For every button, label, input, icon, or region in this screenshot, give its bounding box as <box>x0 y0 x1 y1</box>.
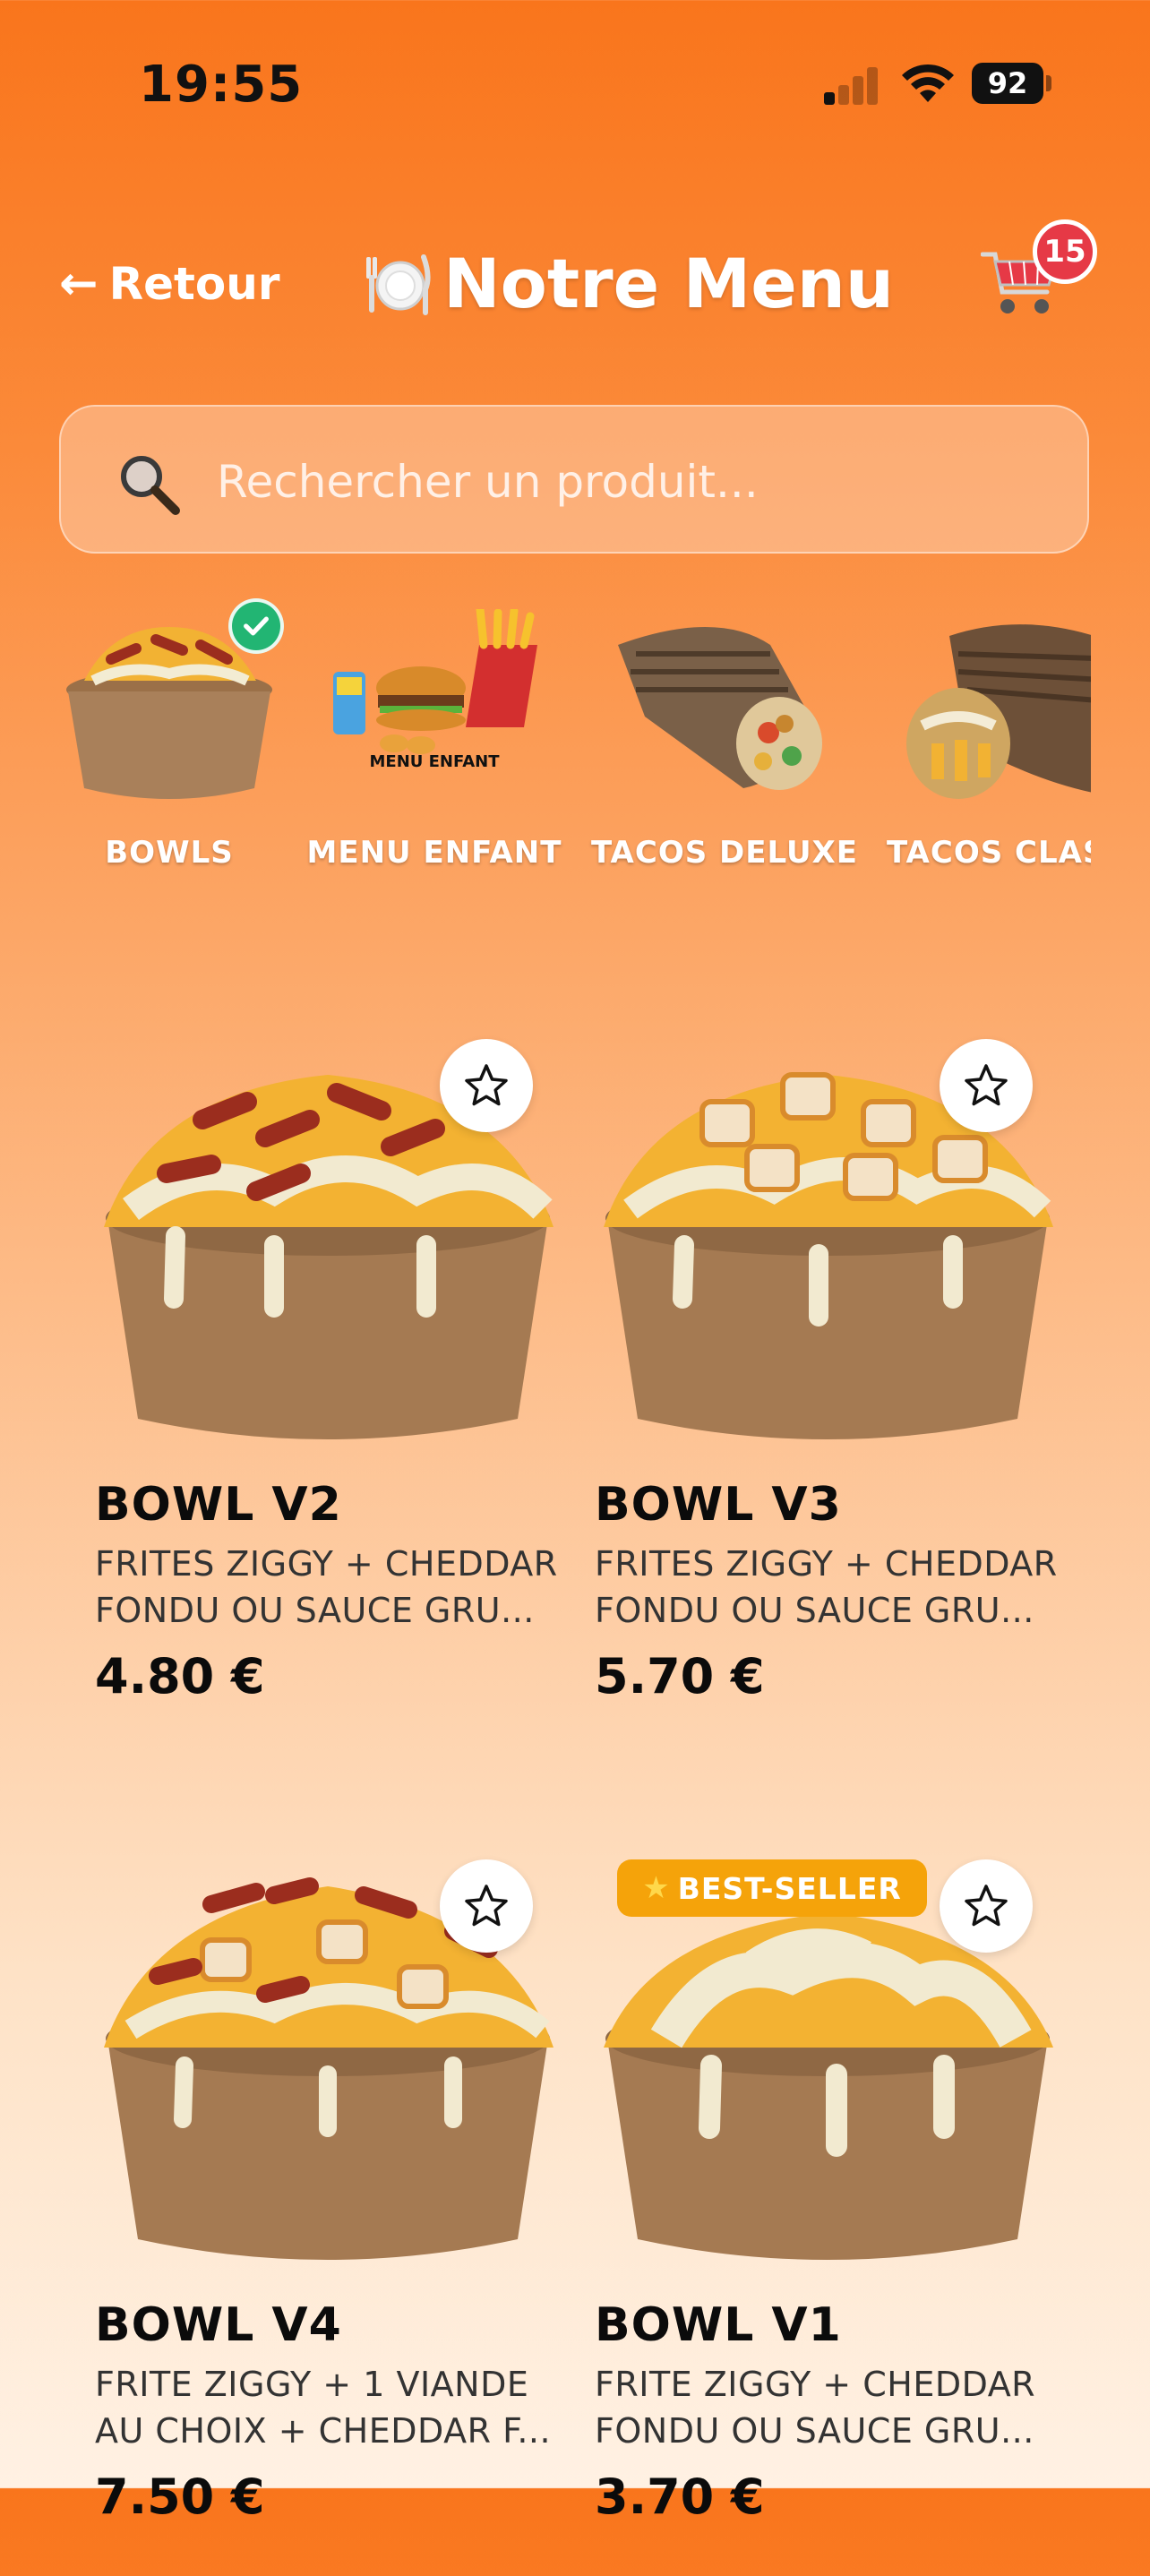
best-seller-label: BEST-SELLER <box>677 1870 902 1906</box>
category-label: MENU ENFANT <box>306 835 562 871</box>
battery-tip <box>1046 75 1051 91</box>
tacos-deluxe-image <box>618 627 822 790</box>
product-name: BOWL V1 <box>595 2298 842 2352</box>
search-icon <box>121 456 180 515</box>
wifi-icon <box>902 64 954 102</box>
category-tacos-deluxe[interactable]: TACOS DELUXE <box>591 591 860 878</box>
star-icon <box>465 1064 508 1106</box>
search-input[interactable] <box>215 442 1043 521</box>
product-card-bowl-v2[interactable]: BOWL V2 FRITES ZIGGY + CHEDDAR FONDU OU … <box>95 1039 579 1756</box>
category-menu-enfant[interactable]: MENU ENFANT MENU ENFANT <box>305 591 573 878</box>
product-price: 7.50 € <box>95 2469 265 2525</box>
category-label: BOWLS <box>105 835 234 871</box>
product-name: BOWL V4 <box>95 2298 342 2352</box>
category-label: TACOS DELUXE <box>591 835 858 871</box>
tacos-classique-image <box>906 624 1091 799</box>
best-seller-badge: ★ BEST-SELLER <box>617 1859 927 1917</box>
product-name: BOWL V2 <box>95 1478 342 1532</box>
product-name: BOWL V3 <box>595 1478 842 1532</box>
cart-count-badge: 15 <box>1033 219 1097 284</box>
plate-icon <box>366 253 431 315</box>
product-price: 5.70 € <box>595 1648 765 1704</box>
product-description: FRITES ZIGGY + CHEDDAR FONDU OU SAUCE GR… <box>595 1544 1058 1630</box>
status-bar: 19:55 92 <box>0 0 1150 170</box>
product-description: FRITE ZIGGY + 1 VIANDE AU CHOIX + CHEDDA… <box>95 2365 552 2451</box>
favorite-button[interactable] <box>940 1859 1033 1953</box>
favorite-button[interactable] <box>440 1039 533 1132</box>
category-carousel[interactable]: BOWLS MENU ENFANT MENU ENFANT TACOS DELU… <box>0 591 1091 887</box>
signal-icon <box>824 65 878 105</box>
product-card-bowl-v3[interactable]: BOWL V3 FRITES ZIGGY + CHEDDAR FONDU OU … <box>595 1039 1078 1756</box>
star-icon <box>465 1885 508 1927</box>
back-arrow-icon: ← <box>59 257 99 311</box>
product-description: FRITES ZIGGY + CHEDDAR FONDU OU SAUCE GR… <box>95 1544 558 1630</box>
category-label: TACOS CLASSIQUE <box>887 835 1091 871</box>
star-icon: ★ <box>642 1870 671 1906</box>
kids-menu-image-text: MENU ENFANT <box>369 752 500 771</box>
star-icon <box>965 1885 1008 1927</box>
page-title-text: Notre Menu <box>443 244 895 323</box>
back-button[interactable]: ← Retour <box>59 258 280 310</box>
back-label: Retour <box>108 258 280 310</box>
product-description: FRITE ZIGGY + CHEDDAR FONDU OU SAUCE GRU… <box>595 2365 1036 2451</box>
product-price: 4.80 € <box>95 1648 265 1704</box>
favorite-button[interactable] <box>440 1859 533 1953</box>
favorite-button[interactable] <box>940 1039 1033 1132</box>
battery-level: 92 <box>972 63 1043 104</box>
category-tacos-classique[interactable]: TACOS CLASSIQUE <box>878 591 1091 878</box>
star-icon <box>965 1064 1008 1106</box>
product-price: 3.70 € <box>595 2469 765 2525</box>
kids-menu-image: MENU ENFANT <box>333 609 537 771</box>
check-icon <box>228 598 284 654</box>
product-card-bowl-v1[interactable]: BOWL V1 FRITE ZIGGY + CHEDDAR FONDU OU S… <box>595 1859 1078 2576</box>
status-time: 19:55 <box>139 56 304 114</box>
page-title: Notre Menu <box>363 244 894 323</box>
search-bar[interactable] <box>59 405 1089 554</box>
product-card-bowl-v4[interactable]: BOWL V4 FRITE ZIGGY + 1 VIANDE AU CHOIX … <box>95 1859 579 2576</box>
